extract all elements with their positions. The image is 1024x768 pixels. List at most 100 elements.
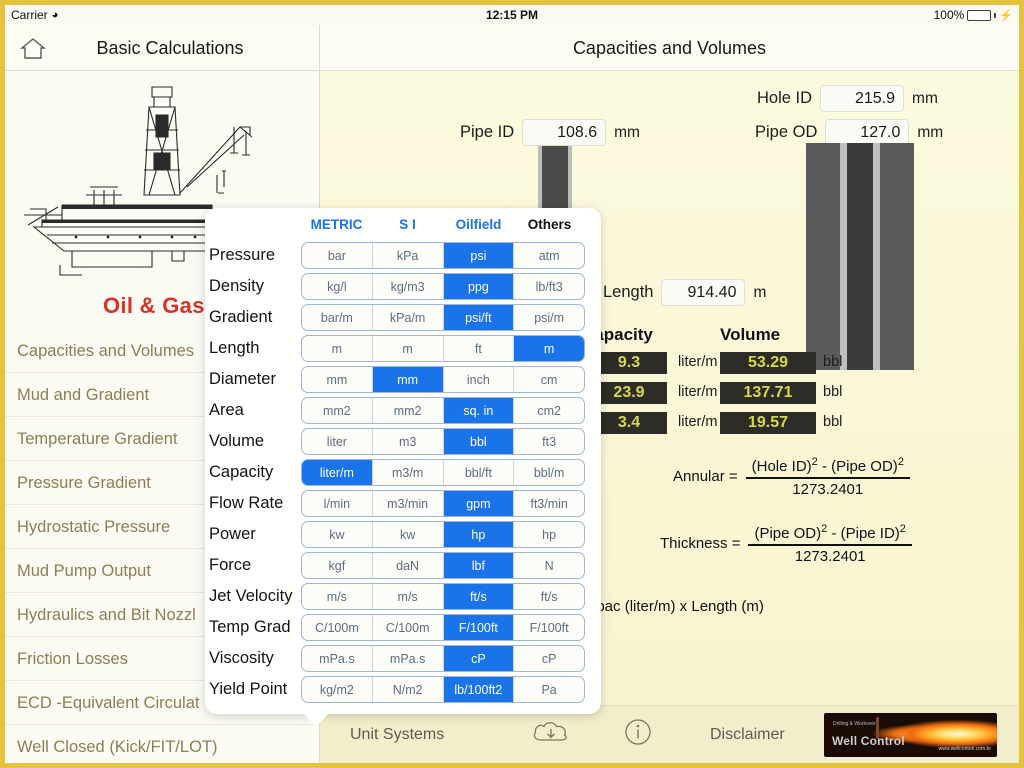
- unit-cell-metric[interactable]: mPa.s: [302, 646, 373, 671]
- unit-row-volume: Volume liter m3 bbl ft3: [205, 426, 601, 457]
- unit-row-flow-rate: Flow Rate l/min m3/min gpm ft3/min: [205, 488, 601, 519]
- unit-systems-button[interactable]: Unit Systems: [350, 726, 444, 744]
- unit-cell-oilfield[interactable]: bbl: [443, 429, 515, 454]
- info-icon[interactable]: [623, 717, 653, 752]
- pipe-od-unit: mm: [917, 123, 944, 141]
- unit-cell-s-i[interactable]: m3: [373, 429, 444, 454]
- column-header-metric: METRIC: [310, 216, 363, 232]
- home-icon[interactable]: [19, 34, 47, 62]
- unit-cell-others[interactable]: ft3/min: [514, 491, 584, 516]
- length-label: Length: [603, 283, 654, 301]
- unit-cell-s-i[interactable]: mm2: [373, 398, 444, 423]
- unit-cell-others[interactable]: ft3: [514, 429, 584, 454]
- unit-row-label: Density: [209, 277, 265, 295]
- unit-cell-others[interactable]: cm2: [514, 398, 584, 423]
- cloud-download-icon[interactable]: [530, 717, 572, 752]
- unit-cell-metric[interactable]: mm: [302, 367, 373, 392]
- unit-cell-metric[interactable]: bar/m: [302, 305, 373, 330]
- unit-cell-s-i[interactable]: m3/min: [373, 491, 444, 516]
- length-row: Length 914.40 m: [603, 279, 766, 306]
- unit-cell-metric[interactable]: C/100m: [302, 615, 373, 640]
- unit-cell-oilfield[interactable]: hp: [443, 522, 515, 547]
- unit-cell-s-i[interactable]: kPa/m: [373, 305, 444, 330]
- unit-cell-others[interactable]: hp: [514, 522, 584, 547]
- unit-cell-s-i[interactable]: mPa.s: [373, 646, 444, 671]
- unit-cell-metric[interactable]: liter: [302, 429, 373, 454]
- unit-cell-s-i[interactable]: kw: [373, 522, 444, 547]
- unit-cell-others[interactable]: Pa: [514, 677, 584, 702]
- unit-cell-oilfield[interactable]: cP: [443, 646, 515, 671]
- hole-id-input[interactable]: 215.9: [820, 85, 905, 112]
- unit-cell-s-i[interactable]: C/100m: [373, 615, 444, 640]
- unit-cell-metric[interactable]: kg/l: [302, 274, 373, 299]
- unit-cell-s-i[interactable]: kPa: [373, 243, 444, 268]
- ad-url: www.wellcontrol.com.br: [938, 745, 991, 752]
- sidebar-item-well-closed[interactable]: Well Closed (Kick/FIT/LOT): [5, 725, 319, 763]
- unit-cell-oilfield[interactable]: lbf: [443, 553, 515, 578]
- unit-row-label: Power: [209, 525, 256, 543]
- unit-row-pressure: Pressure bar kPa psi atm: [205, 240, 601, 271]
- unit-cell-others[interactable]: psi/m: [514, 305, 584, 330]
- unit-row-force: Force kgf daN lbf N: [205, 550, 601, 581]
- unit-cell-others[interactable]: cm: [514, 367, 584, 392]
- unit-row-cells: bar/m kPa/m psi/ft psi/m: [301, 304, 585, 331]
- unit-cell-oilfield[interactable]: inch: [444, 367, 515, 392]
- thickness-formula-name: Thickness =: [660, 535, 741, 553]
- unit-systems-popup: METRIC S I Oilfield Others Pressure bar kP…: [205, 208, 601, 727]
- annular-formula-name: Annular =: [673, 468, 738, 486]
- unit-cell-oilfield[interactable]: gpm: [443, 491, 515, 516]
- ad-title: Well Control: [832, 733, 905, 748]
- nav-right-section: Capacities and Volumes: [320, 25, 1019, 71]
- unit-row-label: Capacity: [209, 463, 274, 481]
- unit-cell-s-i[interactable]: daN: [373, 553, 444, 578]
- unit-cell-oilfield[interactable]: psi/ft: [443, 305, 515, 330]
- unit-cell-oilfield[interactable]: lb/100ft2: [443, 677, 515, 702]
- unit-cell-s-i[interactable]: kg/m3: [373, 274, 444, 299]
- unit-cell-oilfield[interactable]: sq. in: [443, 398, 515, 423]
- unit-cell-oilfield[interactable]: ft: [444, 336, 515, 361]
- unit-cell-others[interactable]: lb/ft3: [514, 274, 584, 299]
- capacity-unit-1: liter/m: [678, 354, 718, 370]
- status-bar: Carrier ◕ 12:15 PM 100% ⚡: [5, 5, 1019, 25]
- thickness-num-a: (Pipe OD): [754, 525, 822, 542]
- unit-cell-oilfield[interactable]: ft/s: [443, 584, 515, 609]
- unit-cell-metric[interactable]: kg/m2: [302, 677, 373, 702]
- unit-cell-s-i[interactable]: m3/m: [373, 460, 444, 485]
- unit-cell-oilfield[interactable]: ppg: [443, 274, 515, 299]
- unit-cell-s-i[interactable]: mm: [372, 367, 444, 392]
- unit-cell-oilfield[interactable]: F/100ft: [443, 615, 515, 640]
- unit-cell-metric[interactable]: m: [302, 336, 373, 361]
- unit-cell-oilfield[interactable]: bbl/ft: [444, 460, 515, 485]
- battery-tip-icon: [994, 12, 997, 18]
- unit-row-gradient: Gradient bar/m kPa/m psi/ft psi/m: [205, 302, 601, 333]
- unit-cell-metric[interactable]: m/s: [302, 584, 373, 609]
- unit-row-label: Force: [209, 556, 252, 574]
- unit-cell-oilfield[interactable]: psi: [443, 243, 515, 268]
- ad-banner[interactable]: Drilling & Workover Well Control www.wel…: [824, 712, 997, 757]
- unit-cell-metric[interactable]: kgf: [302, 553, 373, 578]
- unit-cell-s-i[interactable]: m: [373, 336, 444, 361]
- unit-cell-others[interactable]: bbl/m: [514, 460, 584, 485]
- unit-row-label: Temp Grad: [209, 618, 291, 636]
- unit-cell-others[interactable]: m: [514, 336, 584, 361]
- unit-row-label: Jet Velocity: [209, 587, 293, 605]
- unit-cell-others[interactable]: F/100ft: [514, 615, 584, 640]
- unit-cell-s-i[interactable]: N/m2: [373, 677, 444, 702]
- unit-cell-metric[interactable]: bar: [302, 243, 373, 268]
- pipe-id-row: Pipe ID 108.6 mm: [460, 119, 640, 146]
- disclaimer-button[interactable]: Disclaimer: [710, 726, 785, 744]
- unit-cell-metric[interactable]: liter/m: [302, 460, 373, 485]
- unit-cell-others[interactable]: atm: [514, 243, 584, 268]
- pipe-id-input[interactable]: 108.6: [522, 119, 607, 146]
- length-input[interactable]: 914.40: [661, 279, 746, 306]
- pipe-od-input[interactable]: 127.0: [825, 119, 910, 146]
- unit-cell-others[interactable]: cP: [514, 646, 584, 671]
- unit-cell-others[interactable]: N: [514, 553, 584, 578]
- unit-cell-others[interactable]: ft/s: [514, 584, 584, 609]
- unit-cell-metric[interactable]: l/min: [302, 491, 373, 516]
- thickness-formula: Thickness = (Pipe OD)2 - (Pipe ID)2 1273…: [660, 523, 912, 565]
- unit-cell-s-i[interactable]: m/s: [373, 584, 444, 609]
- annular-fraction: (Hole ID)2 - (Pipe OD)2 1273.2401: [745, 456, 910, 498]
- unit-cell-metric[interactable]: kw: [302, 522, 373, 547]
- unit-cell-metric[interactable]: mm2: [302, 398, 373, 423]
